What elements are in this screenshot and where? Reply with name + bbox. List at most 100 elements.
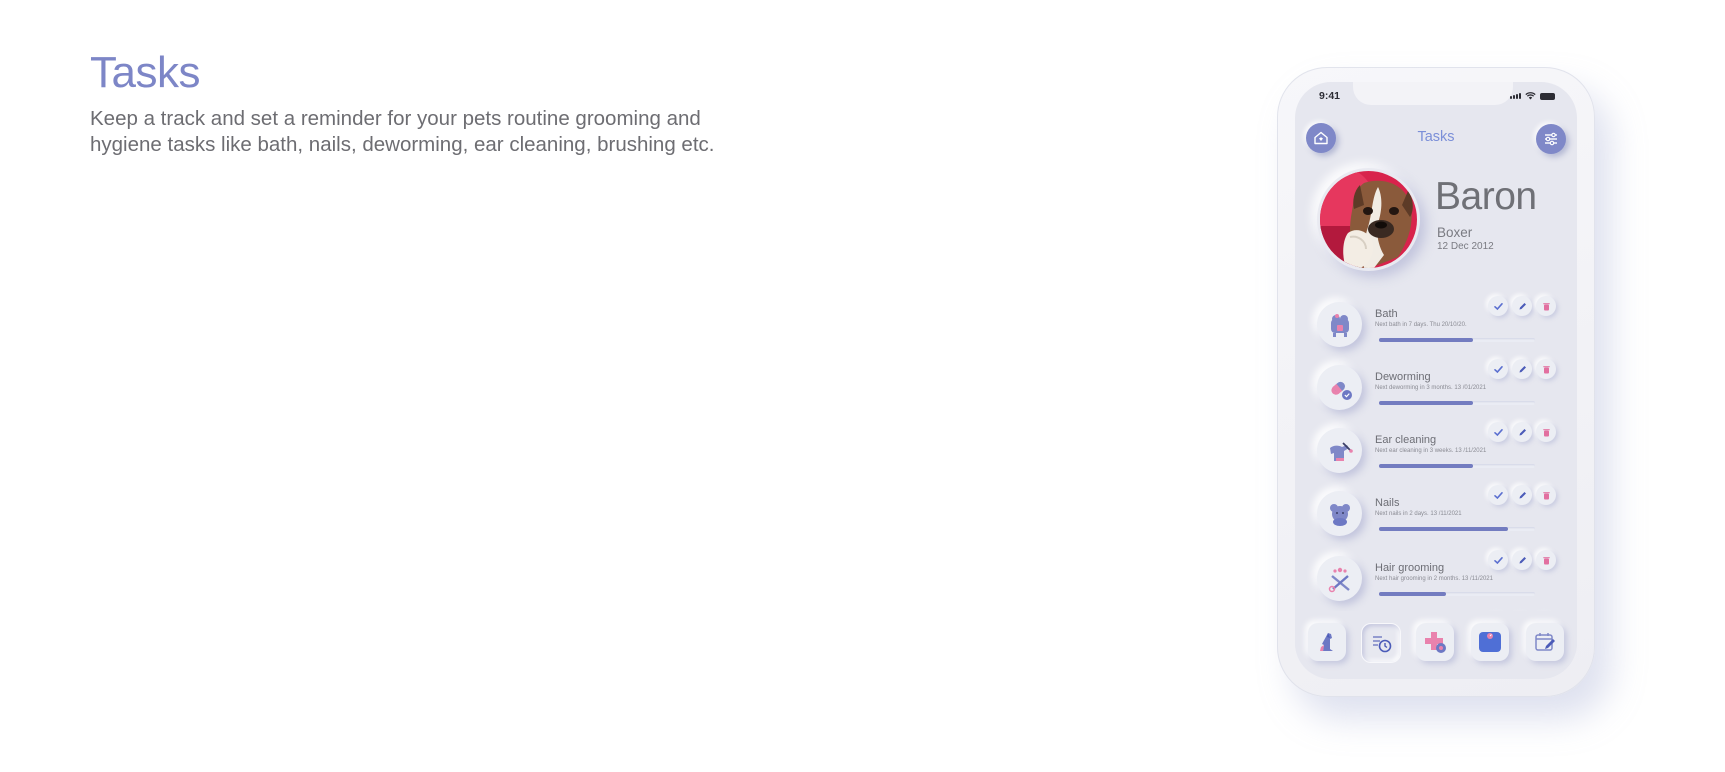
medical-cross-icon: [1425, 632, 1446, 653]
task-name: Ear cleaning: [1375, 434, 1437, 446]
pet-birthdate: 12 Dec 2012: [1437, 241, 1494, 252]
trash-icon: [1542, 491, 1550, 499]
status-time: 9:41: [1319, 90, 1341, 102]
task-actions: [1488, 296, 1556, 316]
nav-calendar[interactable]: [1526, 623, 1564, 661]
cellular-signal-icon: [1510, 93, 1521, 99]
wifi-icon: [1525, 92, 1536, 100]
complete-button[interactable]: [1488, 296, 1508, 316]
page-title: Tasks: [90, 48, 200, 97]
status-icons: [1510, 92, 1555, 100]
task-progress-bar: [1379, 592, 1535, 596]
dog-icon: [1320, 633, 1333, 651]
task-progress-fill: [1379, 338, 1473, 342]
check-icon: [1493, 302, 1503, 310]
task-row-deworming[interactable]: Deworming Next deworming in 3 months. 13…: [1295, 359, 1577, 421]
task-icon-container: [1317, 491, 1362, 536]
pencil-icon: [1519, 556, 1526, 563]
task-progress-fill: [1379, 401, 1473, 405]
task-actions: [1488, 550, 1556, 570]
bottom-nav: [1295, 611, 1577, 679]
delete-button[interactable]: [1536, 422, 1556, 442]
task-row-hair-grooming[interactable]: Hair grooming Next hair grooming in 2 mo…: [1295, 550, 1577, 612]
description-line-1: Keep a track and set a reminder for your…: [90, 107, 701, 130]
task-name: Bath: [1375, 308, 1398, 320]
filter-button[interactable]: [1536, 124, 1566, 154]
scissors-paw-icon: [1328, 567, 1350, 592]
complete-button[interactable]: [1488, 485, 1508, 505]
task-progress-bar: [1379, 401, 1535, 405]
bathtub-icon: [1330, 313, 1349, 337]
intro-section: Tasks Keep a track and set a reminder fo…: [90, 48, 790, 157]
trash-icon: [1542, 556, 1550, 564]
pet-name: Baron: [1435, 175, 1537, 218]
sliders-icon: [1545, 132, 1557, 146]
trash-icon: [1542, 302, 1550, 310]
task-next-date: Next hair grooming in 2 months. 13 /11/2…: [1375, 576, 1493, 582]
pill-icon: [1330, 381, 1352, 400]
delete-button[interactable]: [1536, 550, 1556, 570]
task-row-bath[interactable]: Bath Next bath in 7 days. Thu 20/10/20.: [1295, 296, 1577, 358]
task-next-date: Next bath in 7 days. Thu 20/10/20.: [1375, 322, 1467, 328]
task-progress-bar: [1379, 338, 1535, 342]
task-actions: [1488, 485, 1556, 505]
task-actions: [1488, 359, 1556, 379]
phone-notch: [1353, 82, 1513, 105]
calendar-edit-icon: [1535, 633, 1555, 651]
pencil-icon: [1519, 302, 1526, 309]
trash-icon: [1542, 365, 1550, 373]
delete-button[interactable]: [1536, 359, 1556, 379]
task-progress-fill: [1379, 527, 1509, 531]
edit-button[interactable]: [1512, 550, 1532, 570]
nav-health[interactable]: [1416, 623, 1454, 661]
task-icon-container: [1317, 365, 1362, 410]
edit-button[interactable]: [1512, 485, 1532, 505]
nav-tasks[interactable]: [1361, 623, 1401, 663]
task-icon-container: [1317, 556, 1362, 601]
task-icon-container: [1317, 428, 1362, 473]
phone-screen: 9:41 Tasks Baron Boxer 12 Dec 2012 Bath …: [1295, 82, 1577, 679]
task-next-date: Next deworming in 3 months. 13 /01/2021: [1375, 385, 1487, 391]
check-icon: [1493, 556, 1503, 564]
nails-icon: [1329, 503, 1350, 526]
dog-photo-icon: [1320, 171, 1417, 268]
nav-weight[interactable]: [1471, 623, 1509, 661]
pet-photo: [1320, 171, 1417, 268]
check-icon: [1493, 428, 1503, 436]
task-list-clock-icon: [1373, 636, 1392, 653]
complete-button[interactable]: [1488, 550, 1508, 570]
nav-pets[interactable]: [1308, 623, 1346, 661]
task-progress-fill: [1379, 592, 1447, 596]
pencil-icon: [1519, 365, 1526, 372]
task-row-nails[interactable]: Nails Next nails in 2 days. 13 /11/2021: [1295, 485, 1577, 547]
check-icon: [1493, 365, 1503, 373]
delete-button[interactable]: [1536, 485, 1556, 505]
task-progress-bar: [1379, 527, 1535, 531]
trash-icon: [1542, 428, 1550, 436]
complete-button[interactable]: [1488, 359, 1508, 379]
task-name: Hair grooming: [1375, 562, 1445, 574]
task-next-date: Next ear cleaning in 3 weeks. 13 /11/202…: [1375, 448, 1487, 454]
edit-button[interactable]: [1512, 359, 1532, 379]
edit-button[interactable]: [1512, 296, 1532, 316]
description-line-2: hygiene tasks like bath, nails, dewormin…: [90, 132, 715, 156]
task-icon-container: [1317, 302, 1362, 347]
page-description: Keep a track and set a reminder for your…: [90, 106, 790, 157]
check-icon: [1493, 491, 1503, 499]
delete-button[interactable]: [1536, 296, 1556, 316]
edit-button[interactable]: [1512, 422, 1532, 442]
task-row-ear-cleaning[interactable]: Ear cleaning Next ear cleaning in 3 week…: [1295, 422, 1577, 484]
task-name: Deworming: [1375, 371, 1431, 383]
pet-breed: Boxer: [1437, 225, 1473, 240]
battery-icon: [1540, 92, 1555, 100]
task-next-date: Next nails in 2 days. 13 /11/2021: [1375, 511, 1462, 517]
pet-avatar[interactable]: [1317, 168, 1420, 271]
ear-cleaning-icon: [1329, 441, 1353, 461]
task-progress-bar: [1379, 464, 1535, 468]
task-actions: [1488, 422, 1556, 442]
pencil-icon: [1519, 428, 1526, 435]
complete-button[interactable]: [1488, 422, 1508, 442]
task-name: Nails: [1375, 497, 1400, 509]
phone-mockup: 9:41 Tasks Baron Boxer 12 Dec 2012 Bath …: [1277, 67, 1595, 697]
pencil-icon: [1519, 491, 1526, 498]
